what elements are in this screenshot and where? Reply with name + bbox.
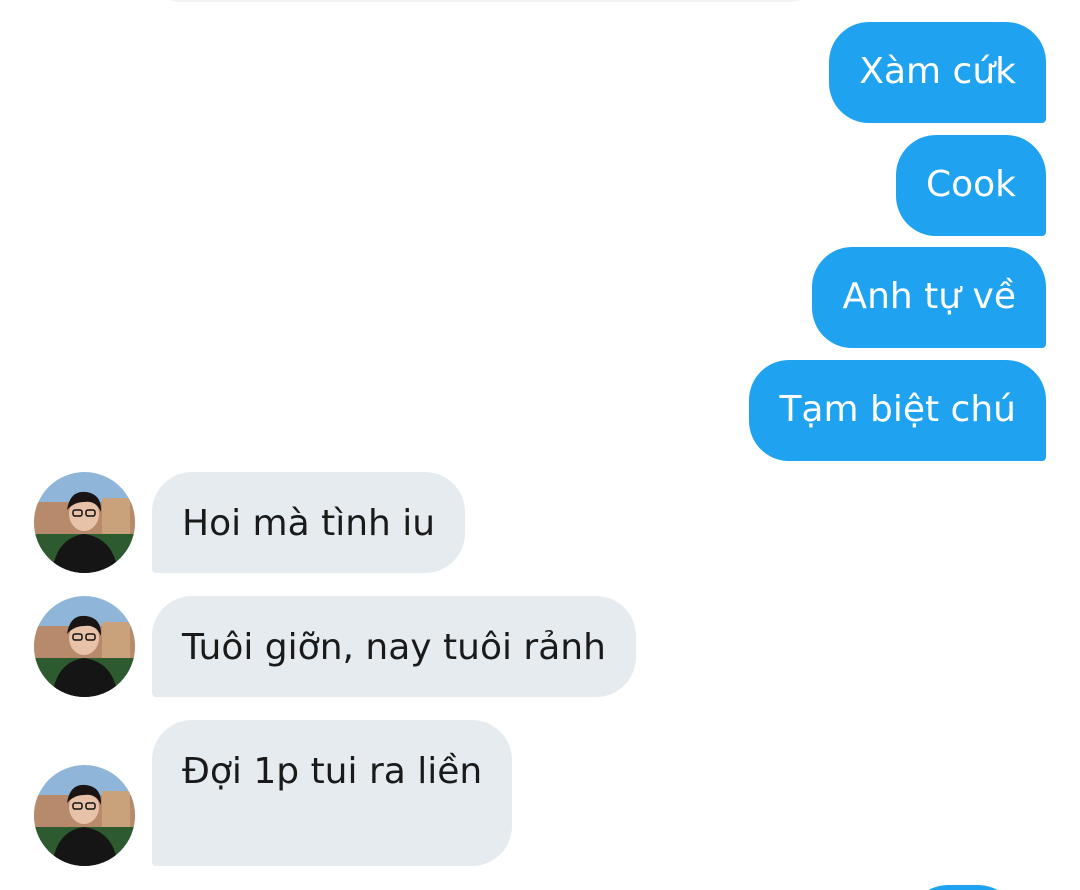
- message-text: Cook: [925, 164, 1016, 205]
- chat-thread: Xàm cứk Cook Anh tự về Tạm biệt chú Hoi …: [0, 0, 1080, 890]
- message-bubble-partial[interactable]: [150, 0, 820, 2]
- outgoing-message[interactable]: Anh tự về: [812, 247, 1046, 348]
- outgoing-message[interactable]: Cook: [895, 135, 1046, 236]
- message-text: Tuôi giỡn, nay tuôi rảnh: [182, 627, 606, 668]
- incoming-message[interactable]: Tuôi giỡn, nay tuôi rảnh: [152, 596, 636, 697]
- incoming-message[interactable]: Đợi 1p tui ra liền: [152, 720, 513, 866]
- message-text: Tạm biệt chú: [779, 389, 1016, 430]
- contact-avatar[interactable]: [34, 472, 135, 573]
- profile-photo-avatar-icon: [34, 765, 135, 866]
- message-text: Anh tự về: [842, 276, 1016, 317]
- message-text: Đợi 1p tui ra liền: [182, 751, 483, 792]
- message-text: Xàm cứk: [859, 51, 1016, 92]
- message-text: Hoi mà tình iu: [182, 503, 436, 544]
- profile-photo-avatar-icon: [34, 472, 135, 573]
- contact-avatar[interactable]: [34, 596, 135, 697]
- contact-avatar[interactable]: [34, 765, 135, 866]
- outgoing-message[interactable]: Tạm biệt chú: [749, 360, 1046, 461]
- message-bubble-partial[interactable]: [908, 885, 1018, 890]
- outgoing-message[interactable]: Xàm cứk: [829, 22, 1046, 123]
- incoming-message[interactable]: Hoi mà tình iu: [152, 472, 466, 573]
- profile-photo-avatar-icon: [34, 596, 135, 697]
